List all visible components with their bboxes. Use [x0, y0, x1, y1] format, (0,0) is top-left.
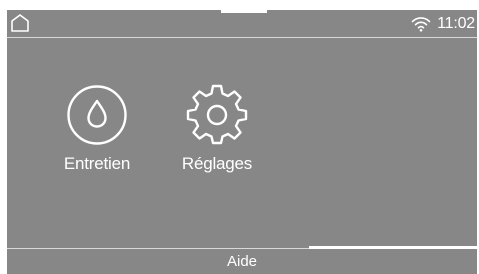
device-screen: 11:02 Entretien Réglages Aide — [7, 10, 477, 274]
home-button[interactable] — [10, 13, 30, 33]
gear-icon — [186, 84, 248, 145]
wifi-icon — [411, 17, 431, 32]
status-bar: 11:02 — [7, 10, 477, 37]
status-divider — [7, 37, 477, 38]
menu-item-reglages[interactable]: Réglages — [162, 84, 272, 194]
water-drop-icon — [67, 85, 127, 145]
status-indicators: 11:02 — [411, 14, 475, 34]
home-icon — [11, 14, 29, 32]
menu-item-label: Entretien — [63, 154, 131, 173]
menu-item-label: Réglages — [181, 154, 253, 173]
menu-item-entretien[interactable]: Entretien — [42, 84, 152, 194]
help-button[interactable]: Aide — [7, 249, 477, 274]
clock: 11:02 — [437, 15, 475, 32]
